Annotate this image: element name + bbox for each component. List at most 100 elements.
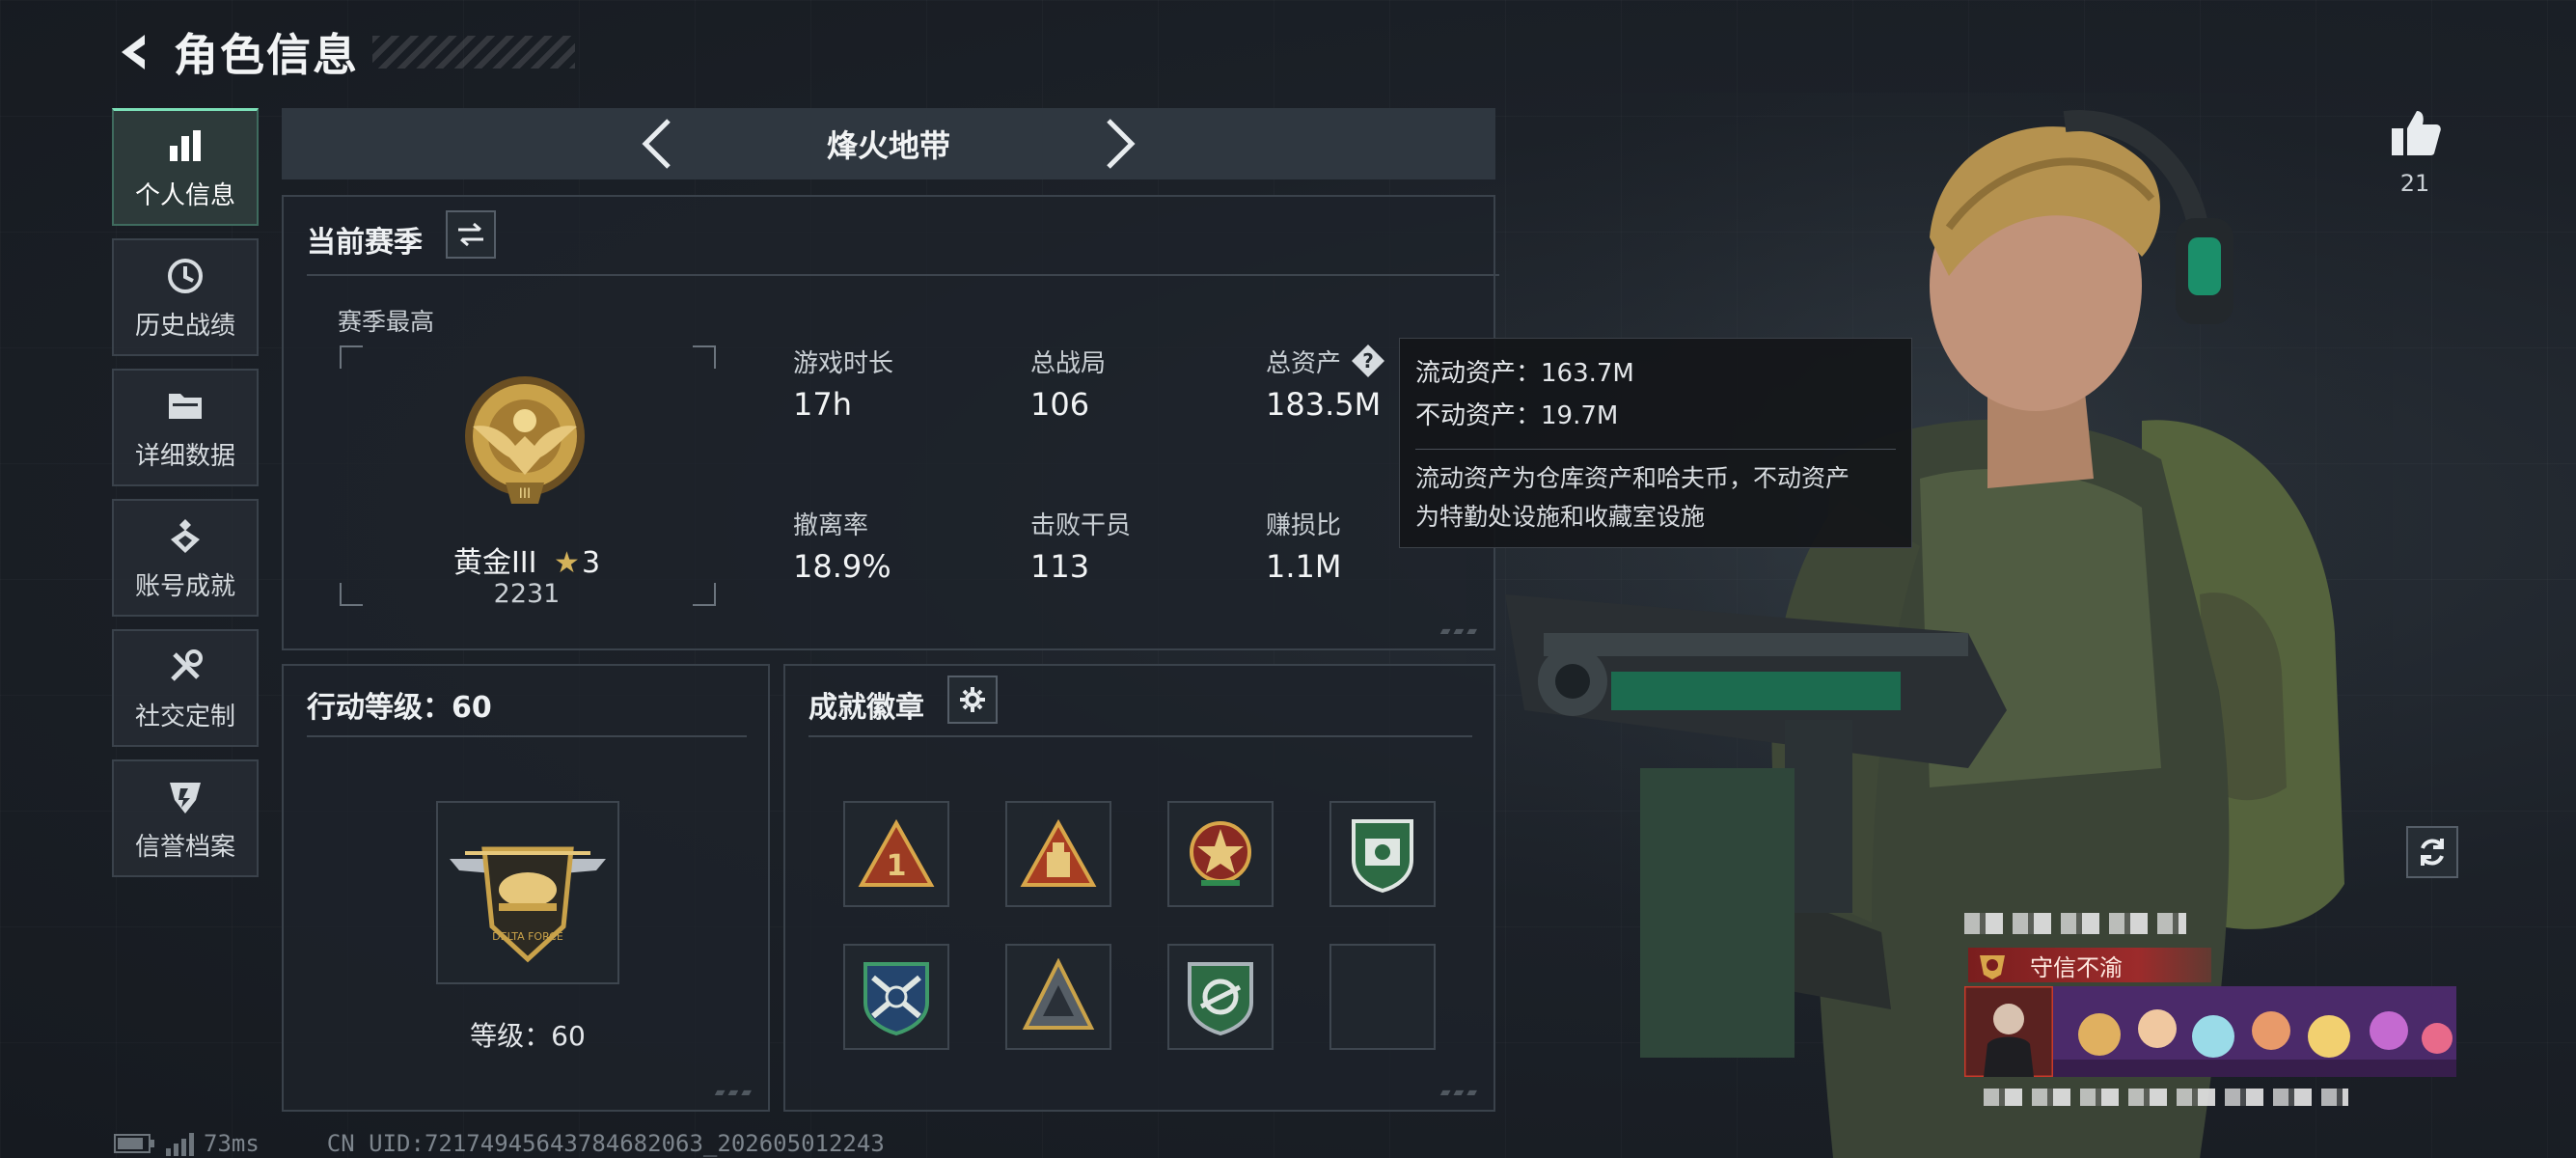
stat-kills-value: 113 <box>1030 548 1090 585</box>
badge-settings-button[interactable] <box>947 676 998 724</box>
stat-total-assets-value: 183.5M <box>1266 386 1382 423</box>
stat-extract-rate-value: 18.9% <box>793 548 891 585</box>
question-diamond-icon: ? <box>1352 345 1384 377</box>
level-label: 等级：60 <box>470 1020 586 1052</box>
tooltip-description-line: 为特勤处设施和收藏室设施 <box>1415 503 1706 531</box>
honor-title: 守信不渝 <box>2030 953 2123 981</box>
status-footer: 73ms CN UID:72174945643784682063_2026050… <box>114 1129 885 1158</box>
sidebar-item-label: 个人信息 <box>134 181 235 210</box>
blurred-player-name <box>1964 913 2186 934</box>
switch-season-button[interactable] <box>446 210 496 259</box>
stat-profit-ratio-label: 赚损比 <box>1266 511 1342 540</box>
like-count: 21 <box>2399 170 2430 197</box>
svg-text:III: III <box>519 486 531 502</box>
badge-slot[interactable] <box>1167 801 1274 907</box>
ping-value: 73ms <box>204 1130 260 1157</box>
corner-decoration: ▰▰▰ <box>1439 623 1480 639</box>
refresh-button[interactable] <box>2406 826 2458 878</box>
honor-crest-icon <box>1980 955 2005 979</box>
rank-stars: 3 <box>581 546 601 580</box>
sidebar-item-label: 详细数据 <box>134 441 235 471</box>
tooltip-divider <box>1415 449 1896 450</box>
badge-slot[interactable] <box>1167 944 1274 1050</box>
stat-profit-ratio-value: 1.1M <box>1266 548 1342 585</box>
achievement-badges-panel: 成就徽章 1 ▰▰▰ <box>783 664 1495 1112</box>
back-button[interactable] <box>106 23 164 81</box>
panel-divider <box>307 735 747 737</box>
honor-title-tag: 守信不渝 <box>1968 948 2211 982</box>
gear-icon <box>960 687 985 712</box>
player-banner[interactable] <box>1964 986 2456 1077</box>
badge-slot[interactable]: 1 <box>843 801 949 907</box>
stat-total-assets-label: 总资产 <box>1266 349 1342 378</box>
grey-triangle-badge-icon <box>1022 958 1095 1030</box>
refresh-icon <box>2421 839 2444 866</box>
blue-crossed-guns-shield-badge-icon <box>863 962 929 1036</box>
sidebar-nav: 个人信息 历史战绩 详细数据 账号成就 社交定制 信誉档案 <box>112 108 260 890</box>
panel-divider <box>307 274 1499 276</box>
reputation-icon <box>163 775 207 819</box>
sidebar-item-history[interactable]: 历史战绩 <box>112 238 259 356</box>
panel-divider <box>808 735 1472 737</box>
triangle-number-one-badge-icon: 1 <box>858 819 935 887</box>
rank-name: 黄金III <box>452 546 537 580</box>
svg-text:DELTA FORCE: DELTA FORCE <box>492 930 563 943</box>
badge-slot[interactable] <box>1329 801 1436 907</box>
rank-score: 2231 <box>493 579 561 609</box>
user-uid: CN UID:72174945643784682063_202605012243 <box>326 1130 885 1157</box>
history-icon <box>163 254 207 298</box>
folder-icon <box>163 384 207 428</box>
sidebar-item-detailed-data[interactable]: 详细数据 <box>112 369 259 486</box>
svg-text:1: 1 <box>887 849 907 883</box>
sidebar-item-label: 账号成就 <box>134 571 235 601</box>
sidebar-item-personal-info[interactable]: 个人信息 <box>112 108 259 226</box>
tooltip-description-line: 流动资产为仓库资产和哈夫币，不动资产 <box>1415 464 1850 492</box>
corner-decoration: ▰▰▰ <box>1439 1085 1480 1100</box>
empty-badge-slot[interactable] <box>1329 944 1436 1050</box>
level-emblem-frame: DELTA FORCE <box>436 801 619 984</box>
swap-arrows-icon <box>458 222 483 247</box>
sidebar-item-social-custom[interactable]: 社交定制 <box>112 629 259 747</box>
achievement-icon <box>163 514 207 559</box>
season-title: 当前赛季 <box>307 226 423 260</box>
green-shield-badge-icon <box>1352 819 1413 894</box>
corner-decoration: ▰▰▰ <box>714 1085 754 1100</box>
helicopter-level-emblem-icon: DELTA FORCE <box>450 846 606 963</box>
back-arrow-icon <box>122 35 145 69</box>
badge-slot[interactable] <box>843 944 949 1050</box>
battery-icon <box>114 1134 154 1153</box>
rank-name-row: 黄金III ★3 <box>338 538 716 581</box>
frame-corner <box>693 345 716 369</box>
stat-play-time-value: 17h <box>793 386 852 423</box>
current-season-panel: 当前赛季 赛季最高 III 黄金III ★3 2231 游戏时长 17h 总战局… <box>282 195 1499 650</box>
level-title: 行动等级：60 <box>307 691 492 725</box>
star-icon: ★ <box>554 546 580 580</box>
next-mode-button[interactable] <box>1091 115 1149 173</box>
season-best-label: 赛季最高 <box>338 308 435 336</box>
badges-title: 成就徽章 <box>808 691 924 725</box>
green-cycle-shield-badge-icon <box>1188 962 1253 1036</box>
player-banner-art <box>1964 986 2456 1077</box>
stat-total-matches-label: 总战局 <box>1030 349 1107 378</box>
page-title: 角色信息 <box>174 29 359 81</box>
mode-name: 烽火地带 <box>826 127 950 164</box>
sidebar-item-reputation[interactable]: 信誉档案 <box>112 759 259 877</box>
tooltip-liquid-assets: 流动资产：163.7M <box>1415 359 1634 388</box>
sidebar-item-achievements[interactable]: 账号成就 <box>112 499 259 617</box>
svg-text:?: ? <box>1362 349 1374 372</box>
assets-help-button[interactable]: ? <box>1349 342 1387 380</box>
stat-kills-label: 击败干员 <box>1030 511 1132 540</box>
stat-play-time-label: 游戏时长 <box>793 349 894 378</box>
sidebar-item-label: 信誉档案 <box>134 832 235 862</box>
stat-total-matches-value: 106 <box>1030 386 1090 423</box>
tools-icon <box>163 645 207 689</box>
blurred-player-info <box>1984 1089 2348 1106</box>
prev-mode-button[interactable] <box>628 115 686 173</box>
like-button[interactable] <box>2383 100 2447 164</box>
mode-selector: 烽火地带 <box>282 108 1495 179</box>
triangle-bunker-badge-icon <box>1020 819 1097 887</box>
signal-strength-icon <box>166 1131 194 1156</box>
red-medal-badge-icon <box>1190 821 1251 886</box>
badge-slot[interactable] <box>1005 944 1111 1050</box>
badge-slot[interactable] <box>1005 801 1111 907</box>
